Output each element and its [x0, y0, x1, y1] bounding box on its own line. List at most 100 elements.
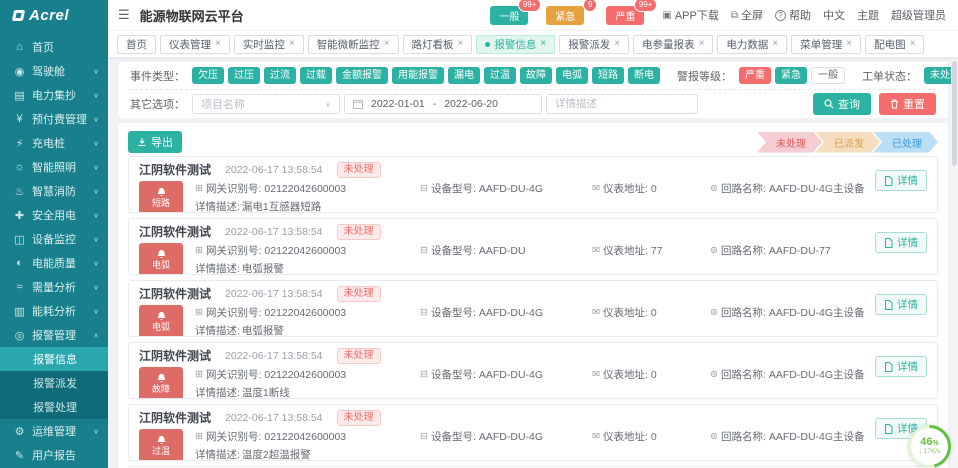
event-type-overload[interactable]: 过载 [300, 67, 332, 84]
project-select[interactable]: 项目名称 [192, 94, 340, 114]
app-download-link[interactable]: APP下载 [662, 7, 718, 23]
field-label: 设备型号: [431, 181, 476, 196]
sidebar-item-dashboard[interactable]: 驾驶舱 [0, 59, 108, 83]
event-type-overvoltage[interactable]: 过压 [228, 67, 260, 84]
close-icon[interactable] [458, 39, 464, 49]
card-fields: 网关识别号:02122042600003 设备型号:AAFD-DU-4G 仪表地… [195, 305, 927, 336]
sidebar-item-power-quality[interactable]: 电能质量 [0, 251, 108, 275]
hamburger-icon[interactable] [118, 7, 130, 23]
help-link[interactable]: ? 帮助 [775, 7, 811, 23]
close-icon[interactable] [540, 39, 546, 49]
filter-panel: 事件类型： 欠压 过压 过流 过载 金额报警 用能报警 漏电 过温 故障 电弧 … [118, 62, 948, 118]
close-icon[interactable] [699, 39, 705, 49]
gateway-icon [195, 183, 203, 194]
detail-button[interactable]: 详情 [875, 170, 927, 191]
gateway-field: 网关识别号:02122042600003 [195, 305, 420, 320]
sidebar-item-prepaid[interactable]: 预付费管理 [0, 107, 108, 131]
sidebar-item-home[interactable]: 首页 [0, 35, 108, 59]
field-label: 设备型号: [431, 305, 476, 320]
reset-button[interactable]: 重置 [879, 93, 936, 115]
close-icon[interactable] [614, 39, 620, 49]
tab-alarm-dispatch[interactable]: 报警派发 [559, 35, 629, 54]
sidebar-item-demand-analysis[interactable]: 需量分析 [0, 275, 108, 299]
search-button[interactable]: 查询 [813, 93, 871, 115]
date-range-picker[interactable]: 2022-01-01 - 2022-06-20 [344, 94, 542, 114]
meter-address-field: 仪表地址:77 [592, 243, 710, 258]
tab-distribution-diagram[interactable]: 配电图 [865, 35, 924, 54]
tab-alarm-info[interactable]: 报警信息 [476, 35, 555, 54]
sidebar-item-user-report[interactable]: 用户报告 [0, 443, 108, 467]
detail-button[interactable]: 详情 [875, 356, 927, 377]
close-icon[interactable] [846, 39, 852, 49]
tab-streetlight-board[interactable]: 路灯看板 [403, 35, 473, 54]
sidebar-item-alarm-info[interactable]: 报警信息 [0, 347, 108, 371]
event-type-overtemp[interactable]: 过温 [484, 67, 516, 84]
sidebar-item-charging-pile[interactable]: 充电桩 [0, 131, 108, 155]
level-severe-button[interactable]: 严重 [739, 67, 771, 84]
sidebar-item-electrical-safety[interactable]: 安全用电 [0, 203, 108, 227]
scrollbar-thumb[interactable] [952, 61, 957, 166]
event-type-fault[interactable]: 故障 [520, 67, 552, 84]
detail-button[interactable]: 详情 [875, 232, 927, 253]
alarm-list-panel: 导出 未处理 已派发 已处理 江阴软件测试 2022-06-17 13:58:5… [118, 123, 948, 468]
card-header: 江阴软件测试 2022-06-17 13:58:54 未处理 [139, 285, 927, 302]
vertical-scrollbar[interactable] [951, 57, 958, 468]
field-value: AAFD-DU-4G [479, 183, 543, 195]
event-type-power-off[interactable]: 断电 [628, 67, 660, 84]
theme-switch[interactable]: 主题 [857, 7, 879, 23]
tab-meter-management[interactable]: 仪表管理 [160, 35, 230, 54]
tab-menu-management[interactable]: 菜单管理 [791, 35, 861, 54]
event-type-undervoltage[interactable]: 欠压 [192, 67, 224, 84]
field-label: 网关识别号: [206, 429, 261, 444]
sidebar-item-alarm-handle[interactable]: 报警处理 [0, 395, 108, 419]
description-input[interactable] [546, 94, 698, 114]
field-label: 回路名称: [721, 243, 766, 258]
event-type-energy-alarm[interactable]: 用能报警 [392, 67, 444, 84]
fullscreen-link[interactable]: 全屏 [731, 7, 763, 23]
level-urgent-button[interactable]: 紧急 [775, 67, 807, 84]
gateway-icon [195, 307, 203, 318]
energy-analysis-icon [13, 305, 26, 318]
sidebar-item-label: 用户报告 [32, 447, 99, 463]
detail-button[interactable]: 详情 [875, 294, 927, 315]
close-icon[interactable] [910, 39, 916, 49]
performance-gauge[interactable]: 46% ↓ 17K/s [908, 425, 951, 468]
alarm-level-general-badge[interactable]: 一般 99+ [490, 6, 528, 25]
sidebar-item-alarm-dispatch[interactable]: 报警派发 [0, 371, 108, 395]
sidebar-item-device-monitor[interactable]: 设备监控 [0, 227, 108, 251]
field-label: 仪表地址: [603, 305, 648, 320]
alarm-level-severe-badge[interactable]: 严重 99+ [606, 6, 644, 25]
event-type-short-circuit[interactable]: 短路 [592, 67, 624, 84]
status-badge: 未处理 [337, 162, 381, 178]
sidebar-item-lighting[interactable]: 智能照明 [0, 155, 108, 179]
close-icon[interactable] [289, 39, 295, 49]
alarm-level-urgent-badge[interactable]: 紧急 9 [546, 6, 584, 25]
event-type-overcurrent[interactable]: 过流 [264, 67, 296, 84]
sidebar-item-power-collection[interactable]: 电力集抄 [0, 83, 108, 107]
level-general-button[interactable]: 一般 [811, 67, 845, 84]
tab-power-data[interactable]: 电力数据 [717, 35, 787, 54]
event-type-leakage[interactable]: 漏电 [448, 67, 480, 84]
close-icon[interactable] [215, 39, 221, 49]
export-button[interactable]: 导出 [128, 131, 182, 153]
sidebar-item-fire-protection[interactable]: 智慧消防 [0, 179, 108, 203]
sidebar-item-alarm-management[interactable]: 报警管理 [0, 323, 108, 347]
alarm-management-icon [13, 329, 26, 342]
close-icon[interactable] [384, 39, 390, 49]
flow-step-dispatched[interactable]: 已派发 [815, 132, 880, 153]
event-type-arc[interactable]: 电弧 [556, 67, 588, 84]
sidebar-item-operations[interactable]: 运维管理 [0, 419, 108, 443]
sidebar-item-energy-analysis[interactable]: 能耗分析 [0, 299, 108, 323]
language-switch[interactable]: 中文 [823, 7, 845, 23]
flow-step-pending[interactable]: 未处理 [757, 132, 822, 153]
tab-smart-breaker[interactable]: 智能微断监控 [308, 35, 399, 54]
event-type-amount-alarm[interactable]: 金额报警 [336, 67, 388, 84]
close-icon[interactable] [772, 39, 778, 49]
field-label: 仪表地址: [603, 429, 648, 444]
flow-step-handled[interactable]: 已处理 [873, 132, 938, 153]
user-menu[interactable]: 超级管理员 [891, 7, 946, 23]
button-label: 详情 [897, 297, 918, 312]
tab-parameter-report[interactable]: 电参量报表 [633, 35, 713, 54]
tab-home[interactable]: 首页 [117, 35, 156, 54]
tab-realtime-monitor[interactable]: 实时监控 [234, 35, 304, 54]
